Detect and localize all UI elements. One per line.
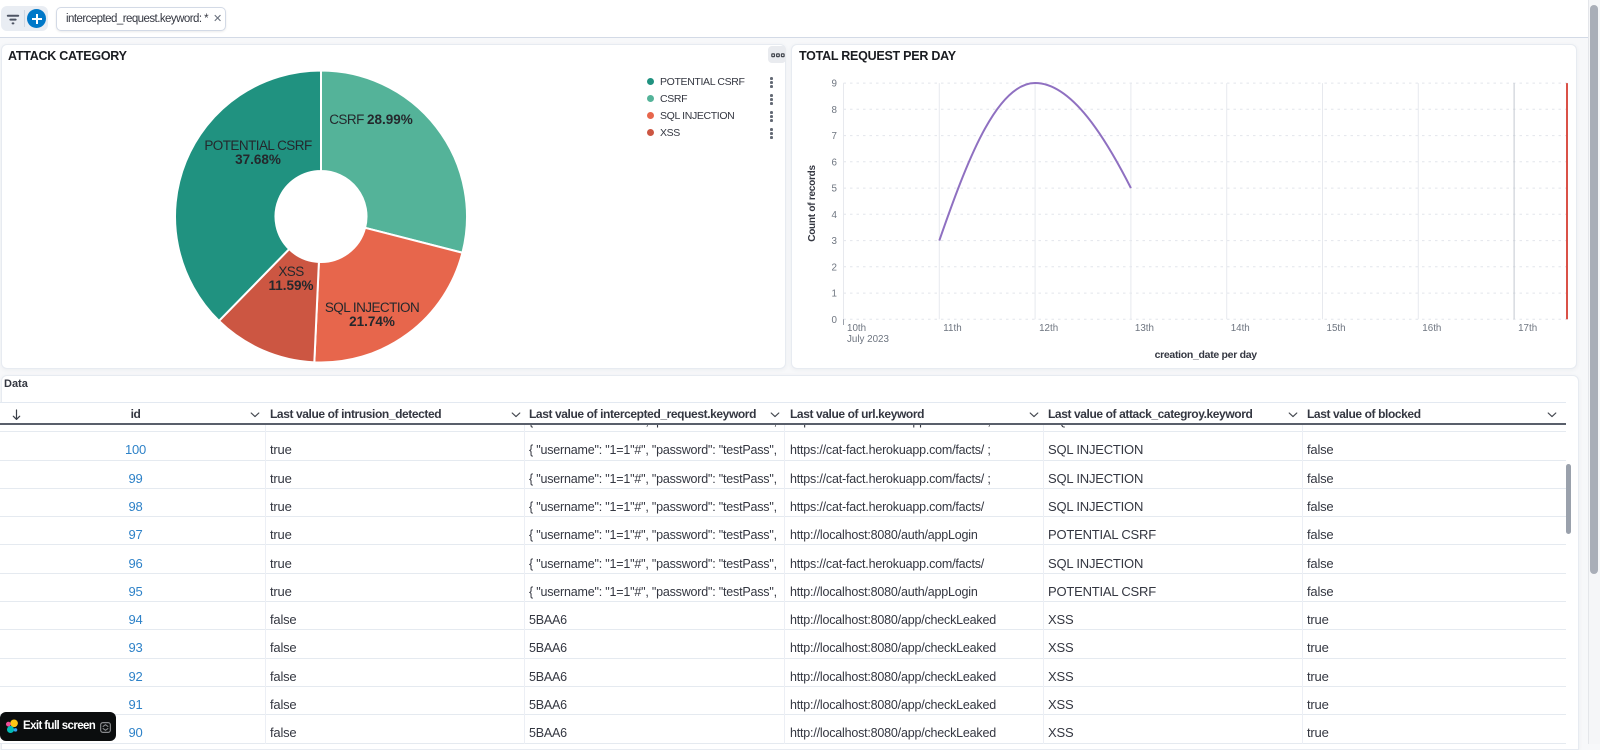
svg-text:9: 9	[832, 79, 837, 90]
svg-text:13th: 13th	[1135, 323, 1154, 334]
svg-text:1: 1	[832, 289, 837, 300]
svg-text:Count of records: Count of records	[807, 165, 818, 242]
svg-text:16th: 16th	[1422, 323, 1441, 334]
svg-text:XSS: XSS	[278, 264, 304, 279]
svg-text:6: 6	[832, 157, 838, 168]
svg-text:17th: 17th	[1518, 323, 1537, 334]
svg-text:3: 3	[832, 236, 838, 247]
svg-text:8: 8	[832, 105, 838, 116]
svg-text:14th: 14th	[1231, 323, 1250, 334]
svg-text:CSRF 28.99%: CSRF 28.99%	[329, 112, 413, 127]
svg-text:creation_date per day: creation_date per day	[1155, 349, 1258, 361]
svg-text:10th: 10th	[847, 323, 866, 334]
svg-text:4: 4	[832, 210, 838, 221]
svg-text:7: 7	[832, 131, 837, 142]
svg-text:37.68%: 37.68%	[235, 152, 281, 167]
svg-text:21.74%: 21.74%	[349, 314, 395, 329]
svg-text:5: 5	[832, 184, 838, 195]
svg-text:12th: 12th	[1039, 323, 1058, 334]
svg-text:15th: 15th	[1327, 323, 1346, 334]
svg-text:SQL INJECTION: SQL INJECTION	[325, 300, 419, 315]
svg-text:July 2023: July 2023	[847, 334, 889, 345]
svg-text:POTENTIAL CSRF: POTENTIAL CSRF	[204, 138, 312, 153]
svg-text:2: 2	[832, 262, 837, 273]
svg-text:11th: 11th	[943, 323, 961, 334]
svg-text:0: 0	[832, 315, 838, 326]
svg-text:11.59%: 11.59%	[268, 278, 313, 293]
